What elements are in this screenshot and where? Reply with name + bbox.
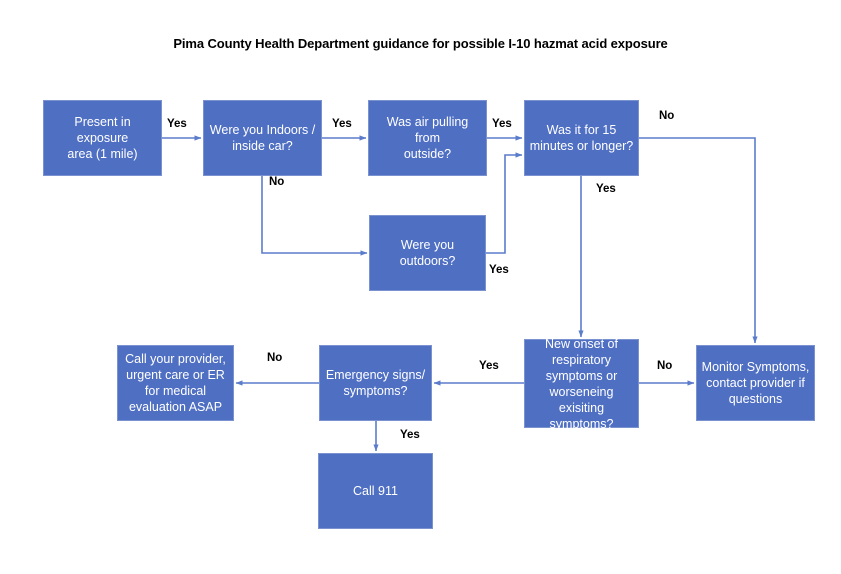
node-were-you-outdoors[interactable]: Were you outdoors? (369, 215, 486, 291)
node-label: Was air pulling from outside? (386, 115, 469, 161)
node-label: Present in exposure area (1 mile) (67, 115, 138, 161)
edge-label-yes-newonset-emergency: Yes (479, 360, 499, 372)
node-label: Was it for 15 minutes or longer? (529, 123, 634, 153)
edge-fifteen-to-monitor (639, 137, 758, 344)
edge-label-yes-outdoors-fifteen: Yes (489, 264, 509, 276)
node-was-air-pulling-from-outside[interactable]: Was air pulling from outside? (368, 100, 487, 176)
node-call-911[interactable]: Call 911 (318, 453, 433, 529)
node-monitor-symptoms[interactable]: Monitor Symptoms, contact provider if qu… (696, 345, 815, 421)
edge-label-yes-exposure-indoors: Yes (167, 118, 187, 130)
node-new-onset-respiratory-symptoms[interactable]: New onset of respiratory symptoms or wor… (524, 337, 639, 431)
node-was-it-for-15-minutes[interactable]: Was it for 15 minutes or longer? (524, 100, 639, 176)
node-label: Call your provider, urgent care or ER fo… (125, 352, 226, 414)
flowchart-canvas: Pima County Health Department guidance f… (0, 0, 841, 574)
node-label: Call 911 (353, 484, 398, 498)
edge-label-yes-emergency-911: Yes (400, 429, 420, 441)
node-label: Monitor Symptoms, contact provider if qu… (701, 360, 810, 406)
edge-label-yes-air-fifteen: Yes (492, 118, 512, 130)
edge-label-yes-indoors-air: Yes (332, 118, 352, 130)
edge-label-no-indoors-outdoors: No (269, 176, 285, 188)
edge-label-no-newonset-monitor: No (657, 360, 673, 372)
node-emergency-signs-symptoms[interactable]: Emergency signs/ symptoms? (319, 345, 432, 421)
edge-label-no-emergency-provider: No (267, 352, 283, 364)
node-call-your-provider[interactable]: Call your provider, urgent care or ER fo… (117, 345, 234, 421)
node-label: Were you Indoors / inside car? (209, 123, 316, 153)
node-label: New onset of respiratory symptoms or wor… (545, 336, 618, 431)
edge-label-no-fifteen-monitor: No (659, 110, 675, 122)
node-present-in-exposure-area[interactable]: Present in exposure area (1 mile) (43, 100, 162, 176)
edge-outdoors-to-fifteen (486, 152, 523, 254)
node-were-you-indoors[interactable]: Were you Indoors / inside car? (203, 100, 322, 176)
node-label: Emergency signs/ symptoms? (325, 368, 426, 398)
edge-label-yes-fifteen-newonset: Yes (596, 183, 616, 195)
node-label: Were you outdoors? (399, 238, 456, 268)
